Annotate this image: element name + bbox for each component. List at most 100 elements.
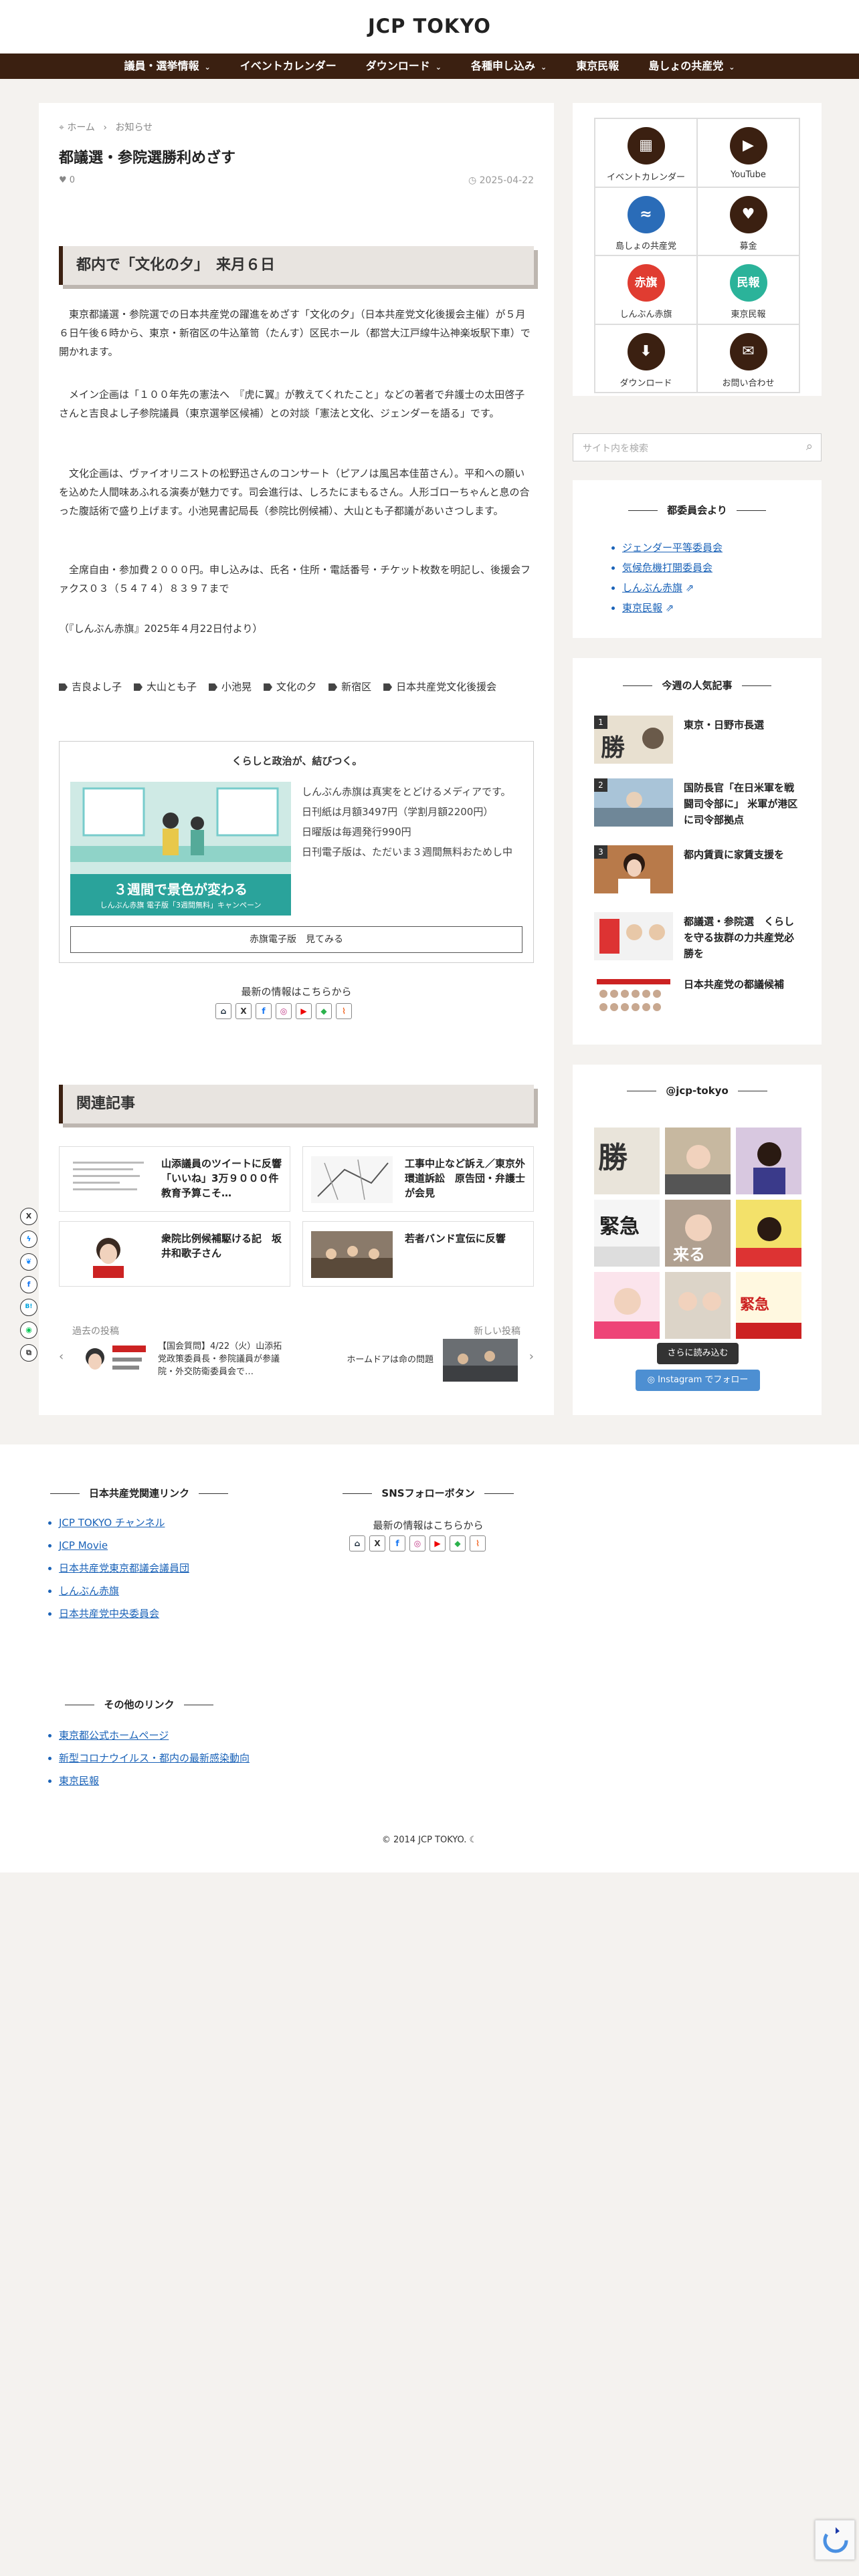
external-link-icon: ⇗ xyxy=(665,602,674,614)
youtube-icon[interactable]: ▶ xyxy=(296,1003,312,1019)
instagram-post[interactable]: 勝 xyxy=(594,1128,660,1194)
search-box[interactable]: サイト内を検索 ⌕ xyxy=(573,433,822,461)
chevron-down-icon: ⌄ xyxy=(435,63,442,72)
instagram-post[interactable] xyxy=(665,1128,731,1194)
link-text: 東京民報 xyxy=(622,602,663,614)
facebook-icon[interactable]: f xyxy=(389,1535,405,1551)
load-more-button[interactable]: さらに読み込む xyxy=(657,1343,739,1364)
menu-minpo[interactable]: 民報 東京民報 xyxy=(697,255,799,324)
related-card[interactable]: 山添議員のツイートに反響「いいね」3万９０００件 教育予算こそ… xyxy=(59,1146,290,1212)
instagram-icon[interactable]: ◎ xyxy=(276,1003,292,1019)
instagram-post[interactable] xyxy=(736,1128,801,1194)
council-link[interactable]: しんぶん赤旗 ⇗ xyxy=(622,578,723,598)
nav-item-islands[interactable]: 島しょの共産党 ⌄ xyxy=(634,53,749,79)
tag[interactable]: 小池晃 xyxy=(209,679,252,693)
share-hatena-button[interactable]: B! xyxy=(20,1299,37,1316)
nav-item-calendar[interactable]: イベントカレンダー xyxy=(225,53,351,79)
search-input[interactable]: サイト内を検索 xyxy=(583,441,648,455)
x-icon[interactable]: X xyxy=(235,1003,252,1019)
popular-item[interactable]: 都議選・参院選 くらしを守る抜群の力共産党必勝を xyxy=(594,912,801,960)
instagram-follow-button[interactable]: ◎ Instagram でフォロー xyxy=(636,1370,760,1391)
menu-label: 募金 xyxy=(739,241,757,251)
search-icon[interactable]: ⌕ xyxy=(806,439,813,453)
footer-link[interactable]: 日本共産党東京都議会議員団 xyxy=(59,1557,189,1580)
moon-icon[interactable]: ☾ xyxy=(470,1835,478,1845)
instagram-post[interactable]: 緊急 xyxy=(736,1272,801,1339)
share-bluesky-button[interactable]: ❦ xyxy=(20,1253,37,1271)
feedly-icon[interactable]: ◆ xyxy=(450,1535,466,1551)
breadcrumb-category[interactable]: お知らせ xyxy=(115,122,153,133)
rss-icon[interactable]: ⌇ xyxy=(470,1535,486,1551)
footer-link[interactable]: JCP Movie xyxy=(59,1534,189,1557)
feedly-icon[interactable]: ◆ xyxy=(316,1003,332,1019)
home-icon[interactable]: ⌂ xyxy=(349,1535,365,1551)
share-x-button[interactable]: X xyxy=(20,1208,37,1225)
ad-view-button[interactable]: 赤旗電子版 見てみる xyxy=(70,926,522,953)
instagram-post[interactable]: 緊急 xyxy=(594,1200,660,1267)
footer-link[interactable]: 東京都公式ホームページ xyxy=(59,1724,250,1747)
menu-calendar[interactable]: ▦ イベントカレンダー xyxy=(595,118,697,187)
nav-item-apply[interactable]: 各種申し込み ⌄ xyxy=(456,53,561,79)
mail-icon: ✉ xyxy=(729,332,767,370)
related-card[interactable]: 工事中止など訴え／東京外環道訴訟 原告団・弁護士が会見 xyxy=(302,1146,534,1212)
recaptcha-badge[interactable] xyxy=(815,2520,855,2560)
council-widget: 都委員会より ジェンダー平等委員会 気候危機打開委員会 しんぶん赤旗 ⇗ 東京民… xyxy=(573,480,822,638)
share-copy-button[interactable]: ⧉ xyxy=(20,1344,37,1362)
widget-title: 今週の人気記事 xyxy=(573,678,822,692)
menu-akahata[interactable]: 赤旗 しんぶん赤旗 xyxy=(595,255,697,324)
nav-item-download[interactable]: ダウンロード ⌄ xyxy=(351,53,456,79)
x-icon[interactable]: X xyxy=(369,1535,385,1551)
breadcrumb-home[interactable]: ホーム xyxy=(67,122,95,133)
tag[interactable]: 日本共産党文化後援会 xyxy=(383,679,496,693)
site-title[interactable]: JCP TOKYO xyxy=(0,15,859,37)
share-line-button[interactable]: ◉ xyxy=(20,1321,37,1339)
popular-item[interactable]: 勝 1 東京・日野市長選 xyxy=(594,716,801,764)
menu-youtube[interactable]: ▶ YouTube xyxy=(697,118,799,187)
nav-item-elections[interactable]: 議員・選挙情報 ⌄ xyxy=(110,53,225,79)
footer-link[interactable]: しんぶん赤旗 xyxy=(59,1580,189,1602)
share-messenger-button[interactable]: ϟ xyxy=(20,1230,37,1248)
menu-donate[interactable]: ♥ 募金 xyxy=(697,187,799,255)
menu-label: お問い合わせ xyxy=(722,378,775,389)
instagram-post[interactable] xyxy=(665,1272,731,1339)
nav-item-minpo[interactable]: 東京民報 xyxy=(561,53,634,79)
prev-label: 過去の投稿 xyxy=(72,1326,119,1337)
council-link[interactable]: ジェンダー平等委員会 xyxy=(622,538,723,558)
footer-link[interactable]: 東京民報 xyxy=(59,1769,250,1792)
tag[interactable]: 大山とも子 xyxy=(134,679,197,693)
share-facebook-button[interactable]: f xyxy=(20,1276,37,1293)
rss-icon[interactable]: ⌇ xyxy=(336,1003,352,1019)
menu-islands[interactable]: ≈ 島しょの共産党 xyxy=(595,187,697,255)
tag-label: 小池晃 xyxy=(221,681,252,693)
council-link[interactable]: 気候危機打開委員会 xyxy=(622,558,723,578)
council-link[interactable]: 東京民報 ⇗ xyxy=(622,598,723,618)
popular-item[interactable]: 3 都内賃貢に家賃支援を xyxy=(594,845,801,893)
footer-link[interactable]: 日本共産党中央委員会 xyxy=(59,1602,189,1625)
home-icon[interactable]: ⌂ xyxy=(215,1003,231,1019)
ad-image[interactable]: ３週間で景色が変わる しんぶん赤旗 電子版「3週間無料」キャンペーン xyxy=(70,782,291,916)
tag[interactable]: 文化の夕 xyxy=(264,679,316,693)
next-post[interactable]: 新しい投稿 ホームドアは命の問題 › xyxy=(306,1324,534,1391)
tag[interactable]: 吉良よし子 xyxy=(59,679,122,693)
tag[interactable]: 新宿区 xyxy=(328,679,371,693)
instagram-icon[interactable]: ◎ xyxy=(409,1535,425,1551)
like-number: 0 xyxy=(69,175,76,185)
nav-label: ダウンロード xyxy=(365,60,430,72)
popular-item[interactable]: 2 国防長官「在日米軍を戦闘司令部に」 米軍が港区に司令部拠点 xyxy=(594,778,801,827)
instagram-post[interactable] xyxy=(736,1200,801,1267)
instagram-post[interactable] xyxy=(594,1272,660,1339)
instagram-post[interactable]: 来る xyxy=(665,1200,731,1267)
popular-item[interactable]: 日本共産党の都議候補 xyxy=(594,976,801,1025)
like-count[interactable]: ♥ 0 xyxy=(59,175,75,185)
menu-download[interactable]: ⬇ ダウンロード xyxy=(595,324,697,393)
menu-contact[interactable]: ✉ お問い合わせ xyxy=(697,324,799,393)
footer-link[interactable]: 新型コロナウイルス・都内の最新感染動向 xyxy=(59,1747,250,1769)
sns-icons: ⌂ X f ◎ ▶ ◆ ⌇ xyxy=(215,1003,352,1019)
footer-link[interactable]: JCP TOKYO チャンネル xyxy=(59,1511,189,1534)
facebook-icon[interactable]: f xyxy=(256,1003,272,1019)
youtube-icon: ▶ xyxy=(729,127,767,165)
youtube-icon[interactable]: ▶ xyxy=(430,1535,446,1551)
related-card[interactable]: 若者バンド宣伝に反響 xyxy=(302,1221,534,1287)
prev-post[interactable]: 過去の投稿 ‹ 【国会質問】4/22（火）山添拓 党政策委員長・参院議員が参議院… xyxy=(59,1324,286,1391)
related-card[interactable]: 衆院比例候補駆ける記 坂井和歌子さん xyxy=(59,1221,290,1287)
